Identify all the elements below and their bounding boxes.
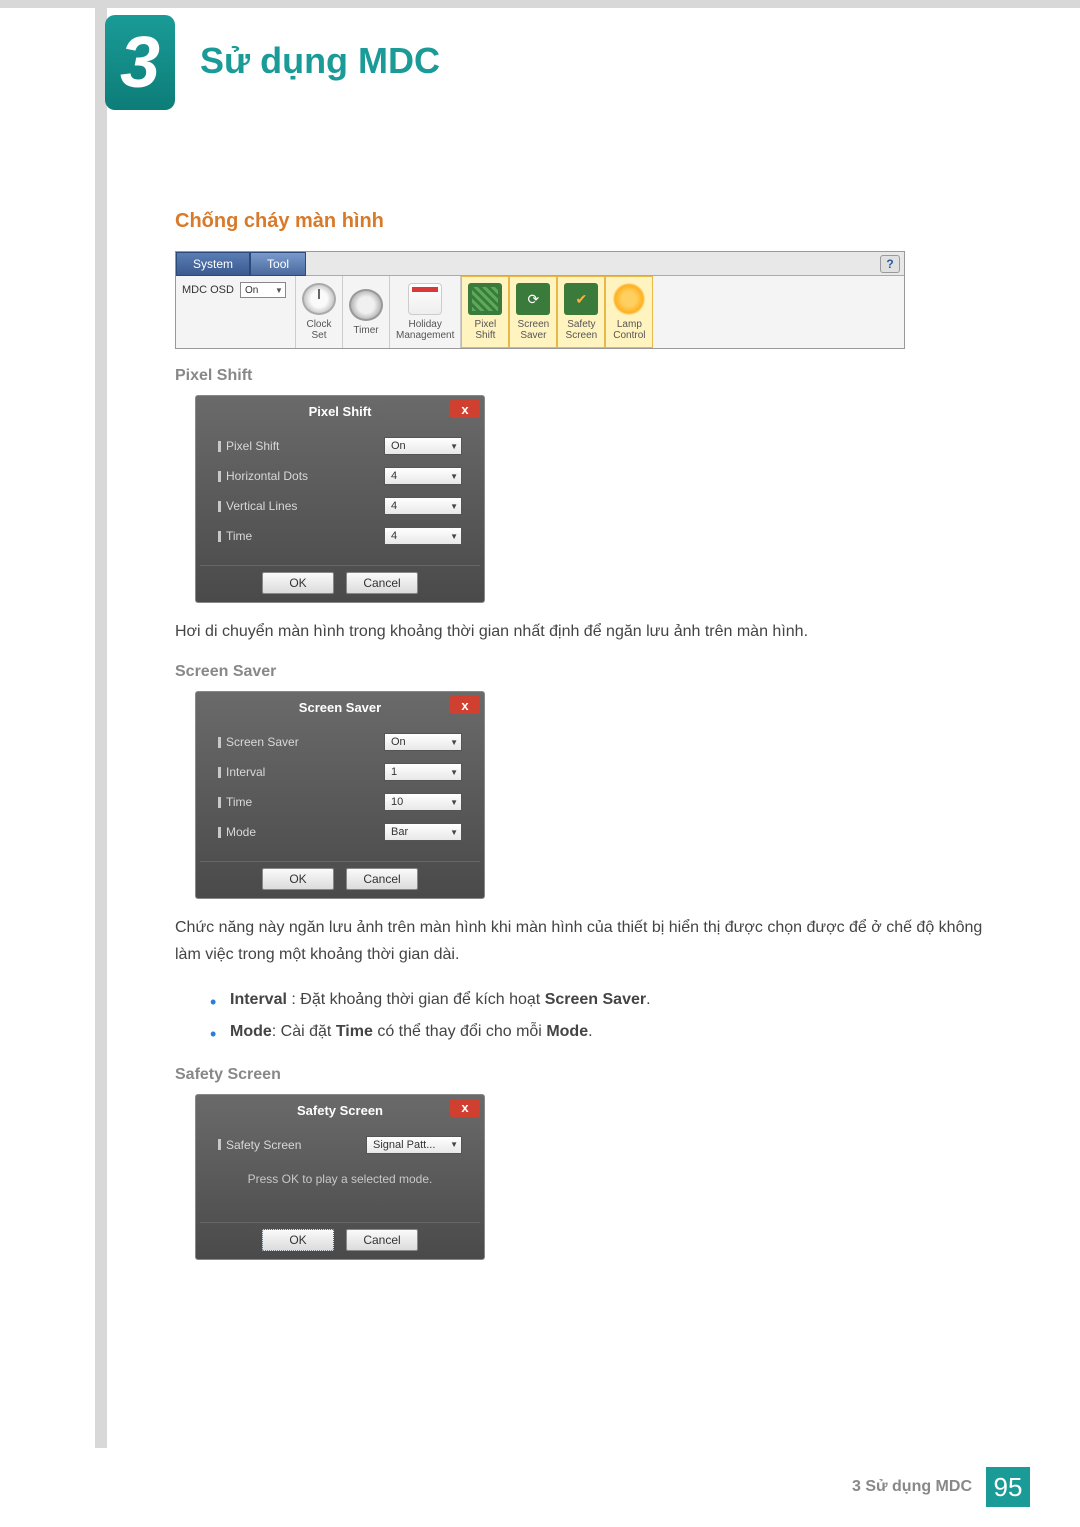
toolbar-body: MDC OSD On Clock Set Timer Holiday Manag… xyxy=(176,276,904,348)
dropdown-vertical-lines[interactable]: 4 xyxy=(384,497,462,515)
pixel-shift-dialog: Pixel Shift x Pixel Shift On Horizontal … xyxy=(195,395,485,603)
label-time: Time xyxy=(218,529,252,543)
dialog-body: Safety Screen Signal Patt... Press OK to… xyxy=(200,1122,480,1222)
pixel-shift-icon xyxy=(468,283,502,315)
toolbar-holiday[interactable]: Holiday Management xyxy=(390,276,461,348)
dropdown-time[interactable]: 4 xyxy=(384,527,462,545)
close-button[interactable]: x xyxy=(450,400,480,418)
screen-saver-icon xyxy=(516,283,550,315)
ok-button[interactable]: OK xyxy=(262,1229,334,1251)
row-time: Time 10 xyxy=(218,793,462,811)
safety-screen-icon xyxy=(564,283,598,315)
row-time: Time 4 xyxy=(218,527,462,545)
ok-button[interactable]: OK xyxy=(262,572,334,594)
label-interval: Interval xyxy=(218,765,265,779)
dropdown-time[interactable]: 10 xyxy=(384,793,462,811)
dropdown-mode[interactable]: Bar xyxy=(384,823,462,841)
label-safety-screen: Safety Screen xyxy=(218,1138,301,1152)
dropdown-interval[interactable]: 1 xyxy=(384,763,462,781)
label-screen-saver: Screen Saver xyxy=(218,735,299,749)
calendar-icon xyxy=(408,283,442,315)
row-screen-saver: Screen Saver On xyxy=(218,733,462,751)
section-heading: Chống cháy màn hình xyxy=(175,210,1000,233)
side-strip xyxy=(95,8,107,1448)
timer-icon xyxy=(349,289,383,321)
dropdown-horizontal-dots[interactable]: 4 xyxy=(384,467,462,485)
toolbar-screen-saver[interactable]: Screen Saver xyxy=(509,276,557,348)
dialog-title: Safety Screen x xyxy=(200,1099,480,1122)
toolbar-pixel-shift[interactable]: Pixel Shift xyxy=(461,276,509,348)
screen-saver-description: Chức năng này ngăn lưu ảnh trên màn hình… xyxy=(175,914,1000,968)
screen-saver-dialog: Screen Saver x Screen Saver On Interval … xyxy=(195,691,485,899)
label-time: Time xyxy=(218,795,252,809)
dialog-title: Screen Saver x xyxy=(200,696,480,719)
cancel-button[interactable]: Cancel xyxy=(346,868,418,890)
pixel-shift-heading: Pixel Shift xyxy=(175,367,1000,385)
toolbar-timer[interactable]: Timer xyxy=(343,276,390,348)
safety-message: Press OK to play a selected mode. xyxy=(218,1172,462,1186)
mdc-osd-label: MDC OSD xyxy=(182,284,234,296)
row-interval: Interval 1 xyxy=(218,763,462,781)
bullet-interval: Interval : Đặt khoảng thời gian để kích … xyxy=(210,984,1000,1016)
dialog-body: Screen Saver On Interval 1 Time 10 Mode … xyxy=(200,719,480,861)
tab-system[interactable]: System xyxy=(176,252,250,276)
mdc-osd-block: MDC OSD On xyxy=(176,276,296,348)
help-button[interactable]: ? xyxy=(880,255,900,273)
row-vertical-lines: Vertical Lines 4 xyxy=(218,497,462,515)
close-button[interactable]: x xyxy=(450,1099,480,1117)
close-button[interactable]: x xyxy=(450,696,480,714)
cancel-button[interactable]: Cancel xyxy=(346,1229,418,1251)
label-mode: Mode xyxy=(218,825,256,839)
content-area: Chống cháy màn hình System Tool ? MDC OS… xyxy=(175,210,1000,1260)
clock-icon xyxy=(302,283,336,315)
dialog-footer: OK Cancel xyxy=(200,565,480,598)
safety-screen-dialog: Safety Screen x Safety Screen Signal Pat… xyxy=(195,1094,485,1260)
bullet-mode: Mode: Cài đặt Time có thể thay đổi cho m… xyxy=(210,1016,1000,1048)
cancel-button[interactable]: Cancel xyxy=(346,572,418,594)
pixel-shift-description: Hơi di chuyển màn hình trong khoảng thời… xyxy=(175,618,1000,645)
label-horizontal-dots: Horizontal Dots xyxy=(218,469,308,483)
chapter-number: 3 xyxy=(120,22,160,104)
dropdown-safety-screen[interactable]: Signal Patt... xyxy=(366,1136,462,1154)
dialog-body: Pixel Shift On Horizontal Dots 4 Vertica… xyxy=(200,423,480,565)
chapter-title: Sử dụng MDC xyxy=(200,40,440,82)
label-vertical-lines: Vertical Lines xyxy=(218,499,297,513)
row-pixel-shift: Pixel Shift On xyxy=(218,437,462,455)
page-header: 3 Sử dụng MDC xyxy=(0,0,1080,120)
footer-text: 3 Sử dụng MDC xyxy=(852,1478,972,1496)
dropdown-screen-saver[interactable]: On xyxy=(384,733,462,751)
row-safety-screen: Safety Screen Signal Patt... xyxy=(218,1136,462,1154)
row-horizontal-dots: Horizontal Dots 4 xyxy=(218,467,462,485)
toolbar-clock-set[interactable]: Clock Set xyxy=(296,276,343,348)
dialog-footer: OK Cancel xyxy=(200,1222,480,1255)
page-number: 95 xyxy=(986,1467,1030,1507)
dialog-title: Pixel Shift x xyxy=(200,400,480,423)
chapter-number-box: 3 xyxy=(105,15,175,110)
screen-saver-heading: Screen Saver xyxy=(175,663,1000,681)
footer: 3 Sử dụng MDC 95 xyxy=(852,1467,1030,1507)
lamp-icon xyxy=(612,283,646,315)
screen-saver-bullets: Interval : Đặt khoảng thời gian để kích … xyxy=(210,984,1000,1048)
toolbar-screenshot: System Tool ? MDC OSD On Clock Set Timer… xyxy=(175,251,905,349)
tab-row: System Tool ? xyxy=(176,252,904,276)
label-pixel-shift: Pixel Shift xyxy=(218,439,279,453)
mdc-osd-dropdown[interactable]: On xyxy=(240,282,286,298)
dropdown-pixel-shift[interactable]: On xyxy=(384,437,462,455)
toolbar-lamp-control[interactable]: Lamp Control xyxy=(605,276,653,348)
row-mode: Mode Bar xyxy=(218,823,462,841)
dialog-footer: OK Cancel xyxy=(200,861,480,894)
toolbar-safety-screen[interactable]: Safety Screen xyxy=(557,276,605,348)
safety-screen-heading: Safety Screen xyxy=(175,1066,1000,1084)
ok-button[interactable]: OK xyxy=(262,868,334,890)
tab-tool[interactable]: Tool xyxy=(250,252,306,276)
